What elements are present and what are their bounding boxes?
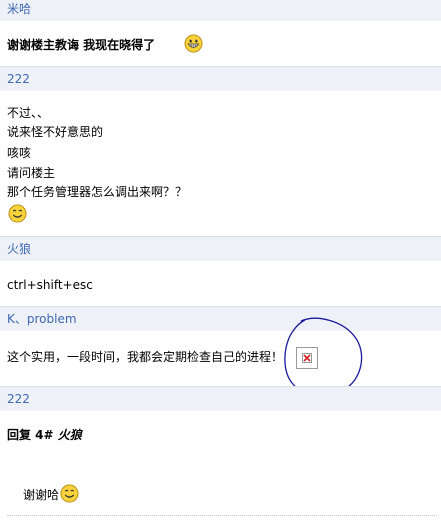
post-body-text: 谢谢哈: [23, 488, 60, 502]
post-body-text: 不过、、: [7, 106, 50, 120]
grin-smiley-icon: [184, 34, 203, 53]
post-body-text: 谢谢楼主教诲 我现在晓得了: [7, 38, 156, 52]
post-author-link[interactable]: 火狼: [7, 242, 31, 256]
post-author-link[interactable]: 222: [7, 392, 30, 406]
post-author-link[interactable]: 222: [7, 72, 30, 86]
post-author-link[interactable]: K、problem: [7, 312, 77, 326]
reply-quote-prefix: 回复 4# 火狼: [7, 427, 82, 443]
post-author-bar: 222: [0, 386, 441, 411]
post-author-bar: K、problem: [0, 306, 441, 331]
reply-quote-target[interactable]: 火狼: [58, 428, 82, 442]
smile-smiley-icon: [60, 484, 79, 503]
post-body-text: 咳咳: [7, 146, 32, 160]
post-body-text: 这个实用，一段时间，我都会定期检查自己的进程！: [7, 350, 284, 364]
post-author-link[interactable]: 米哈: [7, 2, 31, 16]
post-author-bar: 222: [0, 66, 441, 91]
post-author-bar: 米哈: [0, 0, 441, 21]
post-divider: [7, 515, 437, 516]
reply-quote-label: 回复 4#: [7, 428, 58, 442]
post-body-text: 那个任务管理器怎么调出来啊？？: [7, 185, 188, 199]
post-author-bar: 火狼: [0, 236, 441, 261]
post-body-text: 请问楼主: [7, 166, 56, 180]
post-body-text: ctrl+shift+esc: [7, 278, 93, 292]
post-body-text: 说来怪不好意思的: [7, 125, 104, 139]
smile-smiley-icon: [8, 204, 27, 223]
